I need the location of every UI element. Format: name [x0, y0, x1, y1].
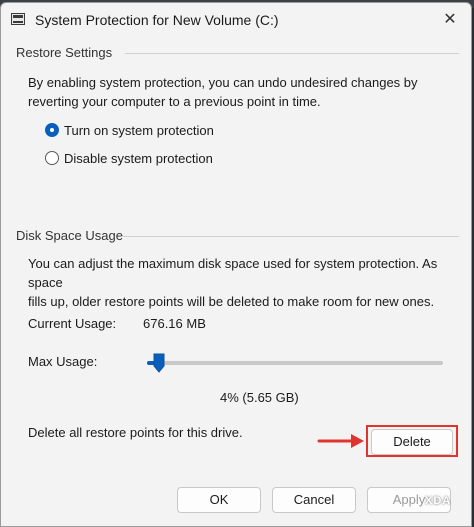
- disk-space-description: You can adjust the maximum disk space us…: [28, 254, 471, 311]
- disk-space-divider: [121, 236, 459, 237]
- radio-disable-label: Disable system protection: [64, 150, 213, 166]
- current-usage-label: Current Usage:: [28, 316, 117, 331]
- radio-unselected-icon[interactable]: [45, 151, 59, 165]
- disk-description-line-2: fills up, older restore points will be d…: [28, 294, 435, 309]
- xda-watermark: XDA: [425, 495, 452, 507]
- radio-disable-protection[interactable]: Disable system protection: [45, 149, 213, 167]
- radio-turn-on-protection[interactable]: Turn on system protection: [45, 121, 214, 139]
- restore-description-line-2: reverting your computer to a previous po…: [28, 94, 321, 109]
- close-icon[interactable]: ✕: [439, 9, 461, 31]
- title-bar: System Protection for New Volume (C:) ✕: [1, 3, 471, 37]
- radio-turn-on-label: Turn on system protection: [64, 122, 214, 138]
- red-arrow-icon: [317, 434, 364, 448]
- restore-settings-divider: [125, 53, 459, 54]
- current-usage-value: 676.16 MB: [143, 316, 206, 331]
- system-properties-icon: [11, 13, 25, 25]
- ok-button[interactable]: OK: [177, 487, 261, 513]
- disk-space-usage-label: Disk Space Usage: [16, 228, 123, 243]
- restore-settings-description: By enabling system protection, you can u…: [28, 73, 418, 111]
- window-title: System Protection for New Volume (C:): [35, 12, 279, 28]
- restore-description-line-1: By enabling system protection, you can u…: [28, 75, 418, 90]
- system-protection-dialog: System Protection for New Volume (C:) ✕ …: [0, 2, 472, 527]
- cancel-button[interactable]: Cancel: [272, 487, 356, 513]
- delete-button[interactable]: Delete: [371, 429, 453, 455]
- max-usage-readout: 4% (5.65 GB): [220, 390, 299, 405]
- max-usage-label: Max Usage:: [28, 354, 98, 369]
- max-usage-slider-thumb[interactable]: [153, 353, 165, 373]
- restore-settings-label: Restore Settings: [16, 45, 113, 60]
- max-usage-slider-track[interactable]: [147, 361, 443, 365]
- radio-selected-icon[interactable]: [45, 123, 59, 137]
- disk-description-line-1: You can adjust the maximum disk space us…: [28, 256, 438, 290]
- delete-restore-points-text: Delete all restore points for this drive…: [28, 425, 243, 440]
